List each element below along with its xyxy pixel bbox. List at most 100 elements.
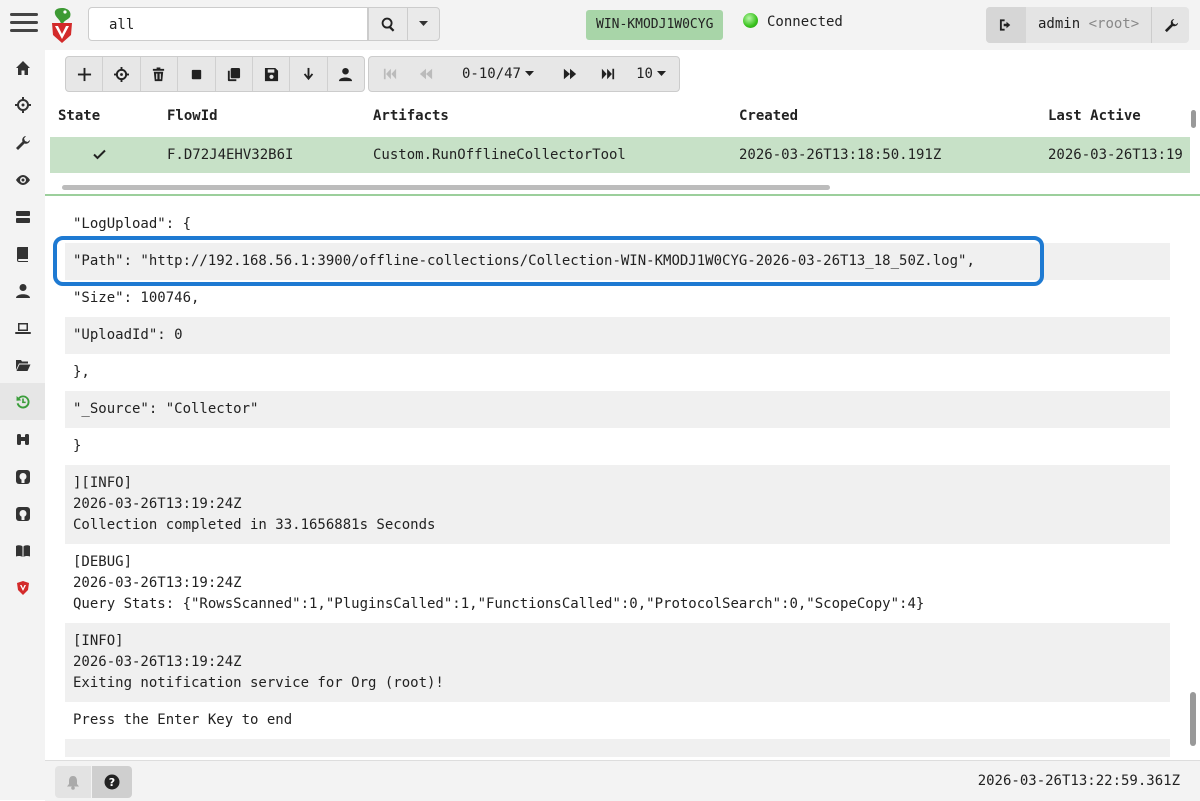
folder-open-icon[interactable] [0, 346, 45, 383]
logout-button[interactable] [986, 7, 1026, 43]
save-button[interactable] [253, 57, 291, 91]
cell-artifacts: Custom.RunOfflineCollectorTool [373, 147, 626, 163]
log-line: Collection completed in 33.1656881s Seco… [73, 517, 436, 533]
highlight-annotation [53, 236, 1044, 286]
page-range-dropdown[interactable]: 0-10/47 [453, 57, 543, 91]
log-line: }, [73, 364, 90, 380]
laptop-icon[interactable] [0, 309, 45, 346]
page-range: 0-10/47 [461, 66, 521, 82]
eye-icon[interactable] [0, 161, 45, 198]
cell-last-active: 2026-03-26T13:19 [1048, 147, 1183, 163]
last-page-button[interactable] [591, 57, 625, 91]
flows-table: State FlowId Artifacts Created Last Acti… [50, 100, 1200, 195]
save-icon [264, 67, 278, 81]
first-page-button[interactable] [375, 57, 405, 91]
forward-icon [563, 68, 577, 80]
user-notebook-button[interactable] [328, 57, 364, 91]
prev-page-button[interactable] [409, 57, 443, 91]
log-line: "UploadId": 0 [65, 317, 1170, 354]
github-icon[interactable] [0, 458, 45, 495]
crosshair-icon [114, 66, 130, 82]
sign-out-icon [999, 19, 1010, 31]
caret-down-icon [656, 71, 666, 76]
log-entry: [INFO] 2026-03-26T13:19:24Z Exiting noti… [65, 623, 1170, 702]
sidebar [0, 0, 45, 800]
user-icon [339, 67, 353, 81]
delete-button[interactable] [141, 57, 179, 91]
plus-icon [77, 67, 91, 81]
next-page-button[interactable] [553, 57, 587, 91]
velociraptor-shield-icon[interactable] [0, 569, 45, 606]
connection-status: Connected [767, 14, 843, 30]
search-dropdown-button[interactable] [407, 7, 440, 41]
search-input[interactable]: all [88, 7, 368, 41]
caret-down-icon [525, 71, 534, 76]
wrench-icon [1164, 18, 1178, 32]
menu-hamburger-icon[interactable] [10, 10, 38, 38]
user-label[interactable]: admin <root> [1038, 16, 1139, 32]
book-icon[interactable] [0, 235, 45, 272]
backward-icon [419, 68, 433, 80]
trash-icon [153, 66, 165, 81]
user-menu: admin <root> [986, 7, 1189, 43]
check-icon [93, 149, 106, 160]
page-size-dropdown[interactable]: 10 [631, 57, 671, 91]
search-button[interactable] [368, 7, 408, 41]
user-settings-button[interactable] [1151, 7, 1190, 43]
log-line: [DEBUG] [73, 554, 133, 570]
cell-flowid: F.D72J4EHV32B6I [167, 147, 294, 163]
copy-button[interactable] [216, 57, 253, 91]
user-name: admin [1038, 16, 1081, 32]
pagination: 0-10/47 10 [368, 56, 680, 92]
arrow-down-icon [303, 67, 314, 80]
flow-toolbar [65, 56, 365, 92]
column-header-created[interactable]: Created [739, 108, 798, 124]
download-button[interactable] [290, 57, 328, 91]
skip-forward-icon [601, 68, 615, 80]
wrench-icon[interactable] [0, 124, 45, 161]
log-line: Exiting notification service for Org (ro… [73, 675, 444, 691]
svg-text:?: ? [109, 776, 115, 789]
table-vertical-scrollbar[interactable] [1191, 110, 1196, 128]
column-header-last-active[interactable]: Last Active [1048, 108, 1141, 124]
log-line: [INFO] [73, 633, 124, 649]
column-header-state[interactable]: State [58, 108, 100, 124]
caret-down-icon [419, 21, 428, 26]
question-circle-icon: ? [104, 774, 120, 790]
log-line: } [73, 438, 82, 454]
stop-button[interactable] [178, 57, 216, 91]
connected-status-icon [743, 13, 758, 28]
open-book-icon[interactable] [0, 532, 45, 569]
log-entry: [DEBUG] 2026-03-26T13:19:24Z Query Stats… [65, 544, 1170, 623]
history-icon[interactable] [0, 383, 45, 420]
copy-icon [228, 67, 241, 81]
client-hostname-badge[interactable]: WIN-KMODJ1W0CYG [586, 10, 724, 40]
table-horizontal-scrollbar[interactable] [62, 185, 830, 190]
home-icon[interactable] [0, 49, 45, 86]
log-line: 2026-03-26T13:19:24Z [73, 575, 242, 591]
log-line-empty [65, 739, 1170, 757]
column-header-artifacts[interactable]: Artifacts [373, 108, 449, 124]
log-output: "LogUpload": { "Path": "http://192.168.5… [65, 205, 1170, 757]
user-icon[interactable] [0, 272, 45, 309]
log-vertical-scrollbar[interactable] [1190, 692, 1196, 746]
cell-created: 2026-03-26T13:18:50.191Z [739, 147, 942, 163]
table-row[interactable]: F.D72J4EHV32B6I Custom.RunOfflineCollect… [50, 137, 1190, 173]
bell-icon [67, 775, 79, 790]
server-icon[interactable] [0, 198, 45, 235]
binoculars-icon[interactable] [0, 420, 45, 457]
velociraptor-logo-icon[interactable] [48, 6, 76, 44]
hunt-artifact-button[interactable] [103, 57, 141, 91]
search-icon [381, 17, 394, 32]
footer: ? 2026-03-26T13:22:59.361Z [45, 760, 1200, 801]
pane-splitter[interactable] [45, 194, 1200, 196]
github-docs-icon[interactable] [0, 495, 45, 532]
notifications-button[interactable] [55, 766, 91, 798]
help-button[interactable]: ? [92, 766, 132, 798]
new-collection-button[interactable] [66, 57, 104, 91]
crosshair-icon[interactable] [0, 86, 45, 123]
log-line: "_Source": "Collector" [65, 391, 1170, 428]
log-line: 2026-03-26T13:19:24Z [73, 654, 242, 670]
skip-backward-icon [383, 68, 397, 80]
column-header-flowid[interactable]: FlowId [167, 108, 218, 124]
